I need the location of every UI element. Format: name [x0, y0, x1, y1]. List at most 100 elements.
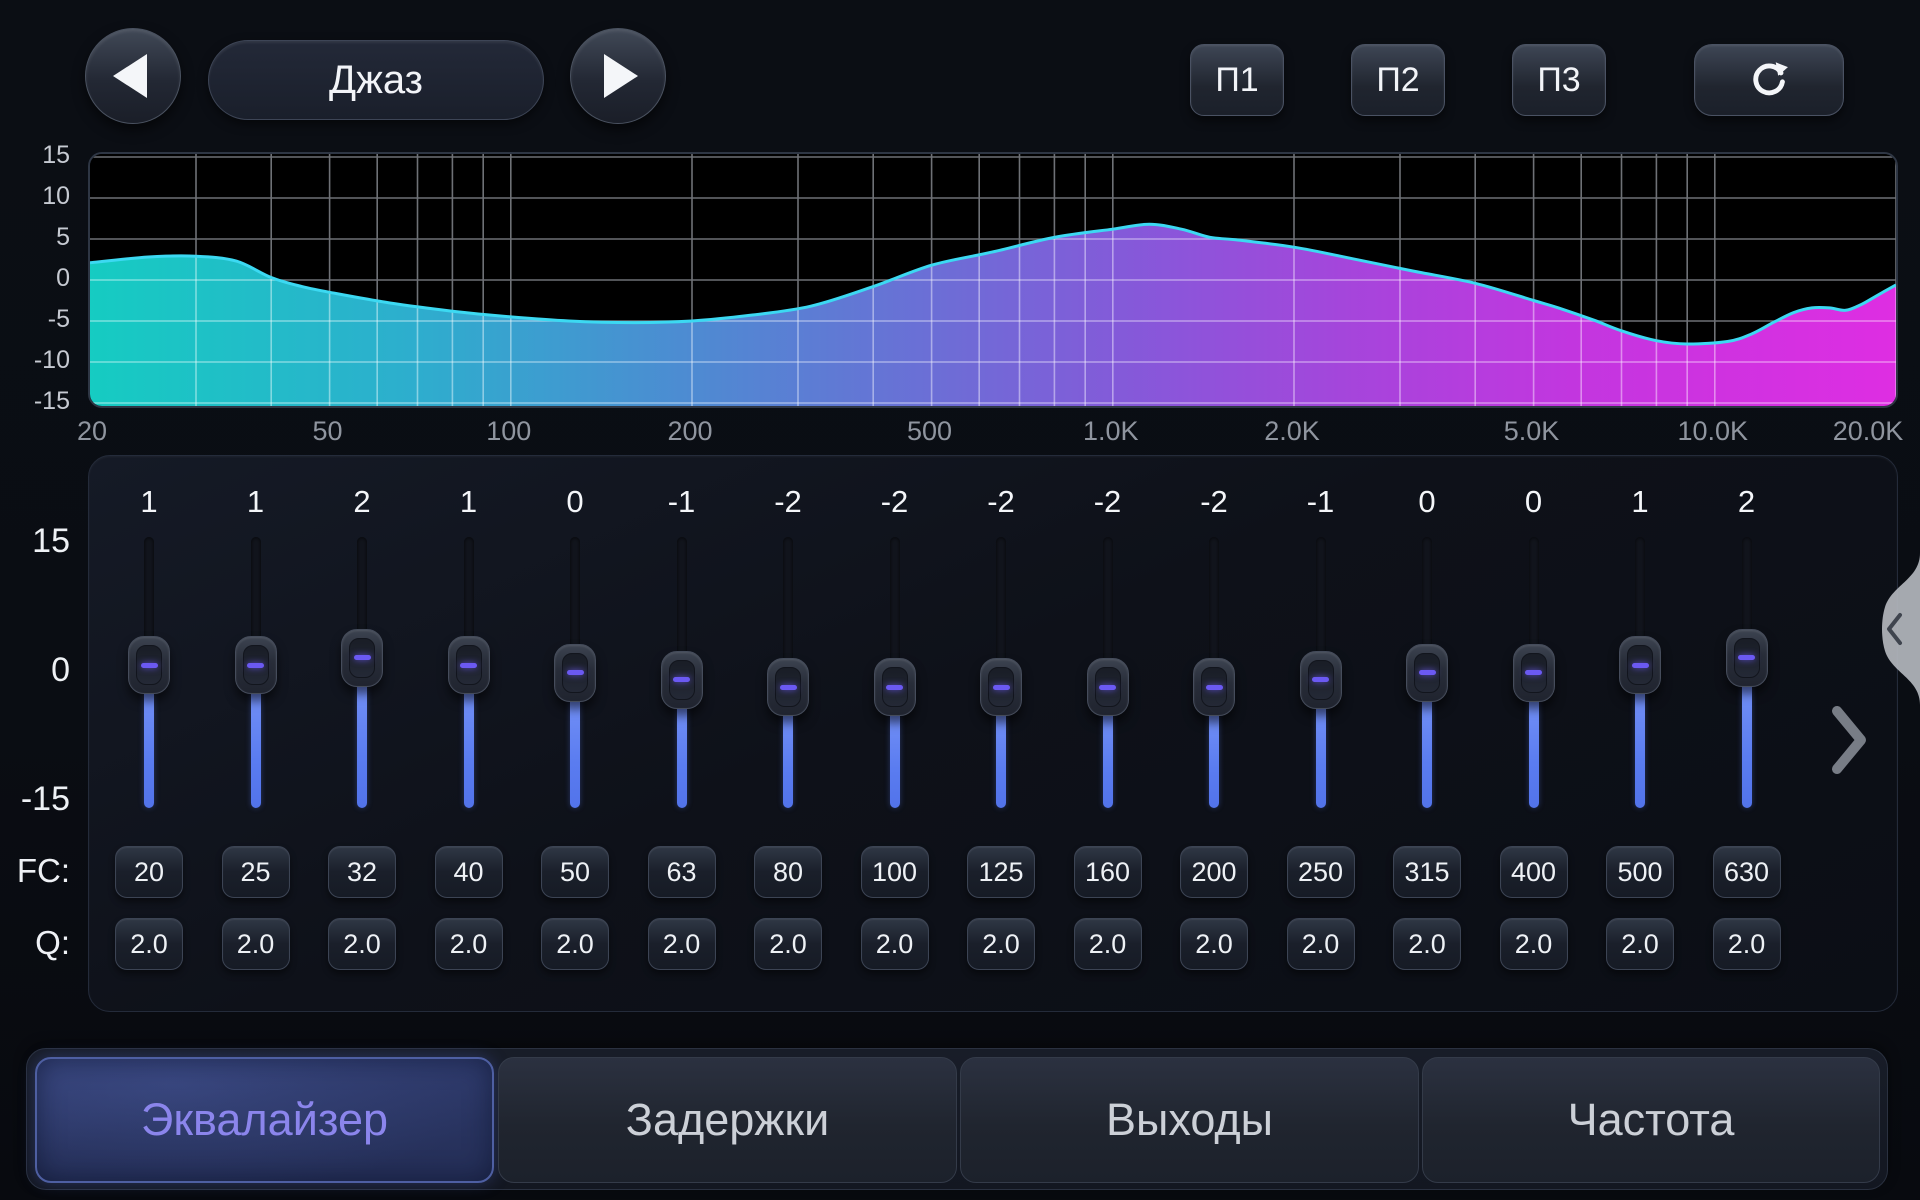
band-q-button[interactable]: 2.0 — [754, 918, 822, 970]
band-q-button[interactable]: 2.0 — [1180, 918, 1248, 970]
band-gain-value: 0 — [522, 484, 628, 520]
band-fc-button[interactable]: 500 — [1606, 846, 1674, 898]
x-tick-label: 20.0K — [1813, 416, 1920, 447]
band-q-button[interactable]: 2.0 — [1393, 918, 1461, 970]
band-q-button[interactable]: 2.0 — [648, 918, 716, 970]
band-slider-thumb[interactable] — [1619, 636, 1661, 694]
thumb-dash-icon — [1632, 663, 1649, 668]
band-slider-thumb[interactable] — [235, 636, 277, 694]
y-tick-label: -10 — [6, 345, 70, 375]
band-slider-thumb[interactable] — [1193, 658, 1235, 716]
band-slider-thumb-inner — [669, 660, 695, 700]
band-slider-thumb-inner — [1308, 660, 1334, 700]
band-slider-thumb[interactable] — [554, 644, 596, 702]
next-bands-page-button[interactable] — [1830, 704, 1870, 781]
band-q-button[interactable]: 2.0 — [1287, 918, 1355, 970]
tab-frequency[interactable]: Частота — [1422, 1057, 1880, 1183]
band-fc-button[interactable]: 200 — [1180, 846, 1248, 898]
band-slider-thumb[interactable] — [1406, 644, 1448, 702]
thumb-dash-icon — [354, 655, 371, 660]
thumb-dash-icon — [247, 663, 264, 668]
band-slider-fill — [1316, 704, 1326, 808]
band-gain-value: -2 — [1161, 484, 1267, 520]
y-tick-label: 0 — [6, 263, 70, 293]
band-slider-thumb-inner — [456, 645, 482, 685]
band-fc-button[interactable]: 315 — [1393, 846, 1461, 898]
band-slider-thumb[interactable] — [980, 658, 1022, 716]
y-tick-label: 15 — [6, 140, 70, 170]
band-q-button[interactable]: 2.0 — [1606, 918, 1674, 970]
eq-band-column: 0 400 2.0 — [1481, 0, 1587, 1200]
band-fc-button[interactable]: 63 — [648, 846, 716, 898]
band-q-button[interactable]: 2.0 — [967, 918, 1035, 970]
band-gain-value: -2 — [1055, 484, 1161, 520]
band-fc-button[interactable]: 32 — [328, 846, 396, 898]
band-fc-button[interactable]: 50 — [541, 846, 609, 898]
tab-delays[interactable]: Задержки — [498, 1057, 957, 1183]
side-drawer-handle[interactable] — [1870, 553, 1920, 710]
band-q-button[interactable]: 2.0 — [222, 918, 290, 970]
band-q-button[interactable]: 2.0 — [1500, 918, 1568, 970]
band-fc-button[interactable]: 630 — [1713, 846, 1781, 898]
band-slider-thumb[interactable] — [128, 636, 170, 694]
band-q-button[interactable]: 2.0 — [1074, 918, 1142, 970]
band-q-button[interactable]: 2.0 — [328, 918, 396, 970]
band-fc-button[interactable]: 20 — [115, 846, 183, 898]
band-gain-value: 0 — [1481, 484, 1587, 520]
band-fc-button[interactable]: 250 — [1287, 846, 1355, 898]
band-q-button[interactable]: 2.0 — [1713, 918, 1781, 970]
band-slider-fill — [1742, 682, 1752, 808]
tab-equalizer[interactable]: Эквалайзер — [35, 1057, 494, 1183]
band-slider-thumb-inner — [136, 645, 162, 685]
band-gain-value: 1 — [416, 484, 522, 520]
eq-band-column: 1 40 2.0 — [416, 0, 522, 1200]
band-slider-thumb-inner — [349, 638, 375, 678]
band-fc-button[interactable]: 125 — [967, 846, 1035, 898]
band-q-button[interactable]: 2.0 — [541, 918, 609, 970]
band-fc-button[interactable]: 100 — [861, 846, 929, 898]
band-slider-thumb-inner — [1414, 653, 1440, 693]
thumb-dash-icon — [460, 663, 477, 668]
thumb-dash-icon — [780, 685, 797, 690]
band-q-button[interactable]: 2.0 — [861, 918, 929, 970]
band-gain-value: -1 — [629, 484, 735, 520]
tab-outputs[interactable]: Выходы — [960, 1057, 1419, 1183]
band-slider-thumb-inner — [882, 667, 908, 707]
band-slider-thumb[interactable] — [1726, 629, 1768, 687]
band-fc-button[interactable]: 80 — [754, 846, 822, 898]
band-slider-thumb[interactable] — [1300, 651, 1342, 709]
thumb-dash-icon — [1099, 685, 1116, 690]
band-slider-thumb[interactable] — [661, 651, 703, 709]
thumb-dash-icon — [886, 685, 903, 690]
band-q-button[interactable]: 2.0 — [115, 918, 183, 970]
band-gain-value: -1 — [1268, 484, 1374, 520]
band-fc-button[interactable]: 400 — [1500, 846, 1568, 898]
band-fc-button[interactable]: 160 — [1074, 846, 1142, 898]
bottom-tab-bar: Эквалайзер Задержки Выходы Частота — [26, 1048, 1888, 1190]
band-slider-thumb[interactable] — [1087, 658, 1129, 716]
band-slider-fill — [1209, 711, 1219, 808]
y-tick-label: 10 — [6, 181, 70, 211]
band-slider-thumb-inner — [1201, 667, 1227, 707]
band-slider-fill — [1103, 711, 1113, 808]
band-slider-thumb[interactable] — [341, 629, 383, 687]
band-fc-button[interactable]: 25 — [222, 846, 290, 898]
band-slider-thumb[interactable] — [767, 658, 809, 716]
band-slider-thumb[interactable] — [1513, 644, 1555, 702]
band-gain-value: 1 — [1587, 484, 1693, 520]
band-slider-fill — [1529, 697, 1539, 809]
band-slider-fill — [144, 689, 154, 808]
band-slider-fill — [251, 689, 261, 808]
eq-band-column: 1252.0 — [203, 0, 309, 1200]
band-slider-thumb[interactable] — [874, 658, 916, 716]
band-gain-value: 2 — [1694, 484, 1800, 520]
band-slider-thumb-inner — [243, 645, 269, 685]
eq-band-column: 1202.0 — [96, 0, 202, 1200]
eq-band-column: 2 630 2.0 — [1694, 0, 1800, 1200]
band-q-button[interactable]: 2.0 — [435, 918, 503, 970]
chevron-right-icon — [1837, 711, 1861, 769]
eq-band-column: -2 160 2.0 — [1055, 0, 1161, 1200]
band-fc-button[interactable]: 40 — [435, 846, 503, 898]
band-slider-thumb[interactable] — [448, 636, 490, 694]
eq-band-column: 2322.0 — [309, 0, 415, 1200]
